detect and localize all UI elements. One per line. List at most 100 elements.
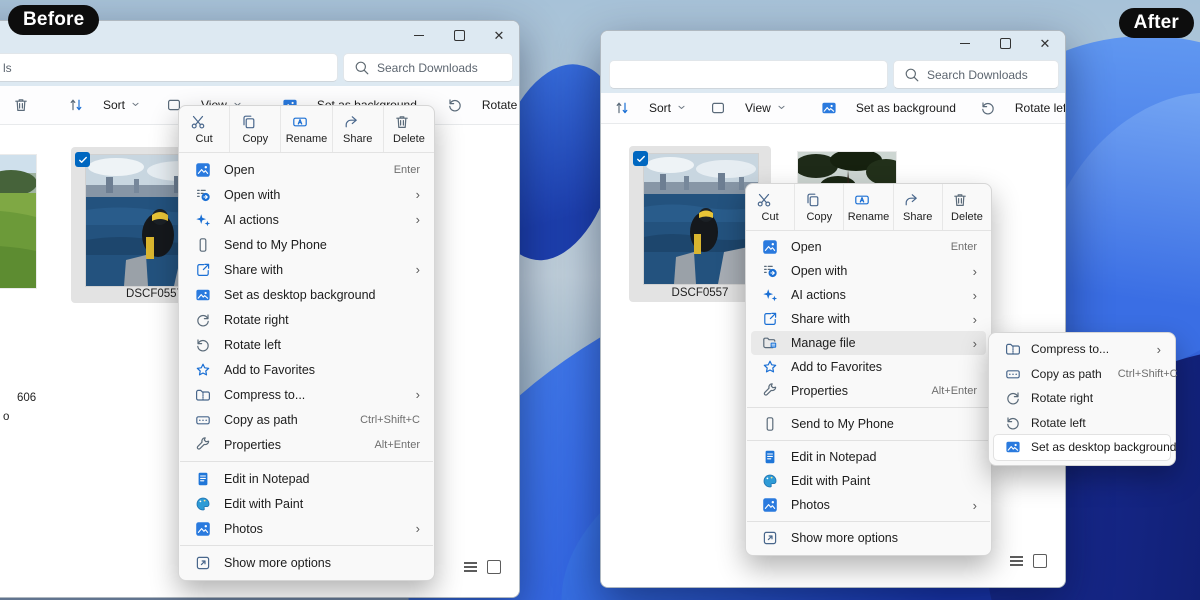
menu-item-compress-to[interactable]: Compress to...› [994,337,1170,362]
large-icons-view-icon[interactable] [1033,554,1047,568]
view-switcher [1010,554,1047,568]
view-button[interactable]: View [710,100,786,116]
address-bar[interactable] [609,60,888,89]
menu-item-compress-to[interactable]: Compress to...› [184,382,429,407]
menu-item-show-more-options[interactable]: Show more options [184,550,429,575]
menu-item-manage-file[interactable]: Manage file› [751,331,986,355]
cut-icon [190,114,206,130]
command-label: Copy [806,211,832,223]
menu-divider [180,545,433,546]
set-as-background-button[interactable]: Set as background [821,100,956,116]
address-text: ls [0,61,12,75]
copy-command-button[interactable]: Copy [229,106,280,152]
cut-command-button[interactable]: Cut [746,184,794,230]
menu-item-add-to-favorites[interactable]: Add to Favorites [751,355,986,379]
menu-divider [747,440,990,441]
shortcut-label: Alt+Enter [931,385,977,397]
menu-item-set-as-desktop-background[interactable]: Set as desktop background [994,435,1170,460]
menu-item-ai-actions[interactable]: AI actions› [184,207,429,232]
menu-item-properties[interactable]: PropertiesAlt+Enter [184,432,429,457]
menu-item-copy-as-path[interactable]: Copy as pathCtrl+Shift+C [994,362,1170,387]
address-bar[interactable]: ls [0,53,338,82]
sort-button[interactable]: Sort [614,100,686,116]
rotate-left-icon [195,337,211,353]
manage-file-submenu: Compress to...›Copy as pathCtrl+Shift+CR… [988,332,1176,466]
rotate-left-button[interactable]: Rotate left [980,100,1066,116]
delete-toolbar-button[interactable] [13,97,42,113]
copy-command-button[interactable]: Copy [794,184,843,230]
menu-item-label: Send to My Phone [224,238,420,252]
menu-item-label: Add to Favorites [791,360,977,374]
selection-checkbox[interactable] [633,151,648,166]
menu-item-show-more-options[interactable]: Show more options [751,526,986,550]
set-background-icon [195,287,211,303]
menu-item-label: Compress to... [1031,342,1147,356]
menu-item-label: Edit with Paint [791,474,977,488]
wrench-icon [762,383,778,399]
menu-item-open[interactable]: OpenEnter [751,235,986,259]
menu-item-send-to-my-phone[interactable]: Send to My Phone [184,232,429,257]
rename-command-button[interactable]: Rename [280,106,331,152]
menu-item-photos[interactable]: Photos› [751,493,986,517]
partial-file-label: 606 [17,392,36,404]
cut-command-button[interactable]: Cut [179,106,229,152]
menu-item-edit-with-paint[interactable]: Edit with Paint [184,491,429,516]
close-button[interactable]: ✕ [479,21,519,49]
menu-item-add-to-favorites[interactable]: Add to Favorites [184,357,429,382]
sort-button[interactable]: Sort [68,97,140,113]
menu-item-share-with[interactable]: Share with› [184,257,429,282]
menu-item-photos[interactable]: Photos› [184,516,429,541]
context-menu-items: OpenEnterOpen with›AI actions›Share with… [746,235,991,550]
delete-icon [394,114,410,130]
menu-item-label: Rotate right [224,313,420,327]
menu-item-copy-as-path[interactable]: Copy as pathCtrl+Shift+C [184,407,429,432]
menu-item-rotate-left[interactable]: Rotate left [184,332,429,357]
menu-item-label: Set as desktop background [224,288,420,302]
thumbnail-partial-file[interactable] [0,155,36,288]
set-background-icon [1005,439,1021,455]
maximize-button[interactable] [439,21,479,49]
more-icon [762,530,778,546]
menu-item-ai-actions[interactable]: AI actions› [751,283,986,307]
menu-item-label: Copy as path [1031,367,1102,381]
menu-item-edit-in-notepad[interactable]: Edit in Notepad [184,466,429,491]
menu-item-label: Edit in Notepad [224,472,420,486]
large-icons-view-icon[interactable] [487,560,501,574]
delete-command-button[interactable]: Delete [942,184,991,230]
rotate-left-button[interactable]: Rotate left [447,97,520,113]
delete-command-button[interactable]: Delete [383,106,434,152]
menu-item-properties[interactable]: PropertiesAlt+Enter [751,379,986,403]
notepad-icon [762,449,778,465]
ai-icon [762,287,778,303]
minimize-button[interactable] [399,21,439,49]
menu-item-rotate-right[interactable]: Rotate right [184,307,429,332]
menu-item-edit-with-paint[interactable]: Edit with Paint [751,469,986,493]
menu-item-rotate-right[interactable]: Rotate right [994,386,1170,411]
paint-icon [195,496,211,512]
rename-command-button[interactable]: Rename [843,184,892,230]
menu-item-share-with[interactable]: Share with› [751,307,986,331]
menu-item-open[interactable]: OpenEnter [184,157,429,182]
share-command-button[interactable]: Share [893,184,942,230]
menu-item-set-as-desktop-background[interactable]: Set as desktop background [184,282,429,307]
menu-item-open-with[interactable]: Open with› [751,259,986,283]
partial-file-label-2: o [3,411,9,423]
minimize-button[interactable] [945,31,985,56]
share-command-button[interactable]: Share [332,106,383,152]
menu-item-edit-in-notepad[interactable]: Edit in Notepad [751,445,986,469]
search-box[interactable]: Search Downloads [893,60,1059,89]
details-view-icon[interactable] [464,562,477,571]
menu-item-label: Photos [224,522,406,536]
menu-item-rotate-left[interactable]: Rotate left [994,411,1170,436]
search-box[interactable]: Search Downloads [343,53,513,82]
menu-item-open-with[interactable]: Open with› [184,182,429,207]
command-toolbar: Sort View Set as background Rotate left … [601,93,1065,124]
menu-item-send-to-my-phone[interactable]: Send to My Phone [751,412,986,436]
close-button[interactable]: ✕ [1025,31,1065,56]
submenu-arrow-icon: › [416,188,420,201]
selection-checkbox[interactable] [75,152,90,167]
details-view-icon[interactable] [1010,556,1023,565]
maximize-button[interactable] [985,31,1025,56]
submenu-arrow-icon: › [416,388,420,401]
open-with-icon [762,263,778,279]
